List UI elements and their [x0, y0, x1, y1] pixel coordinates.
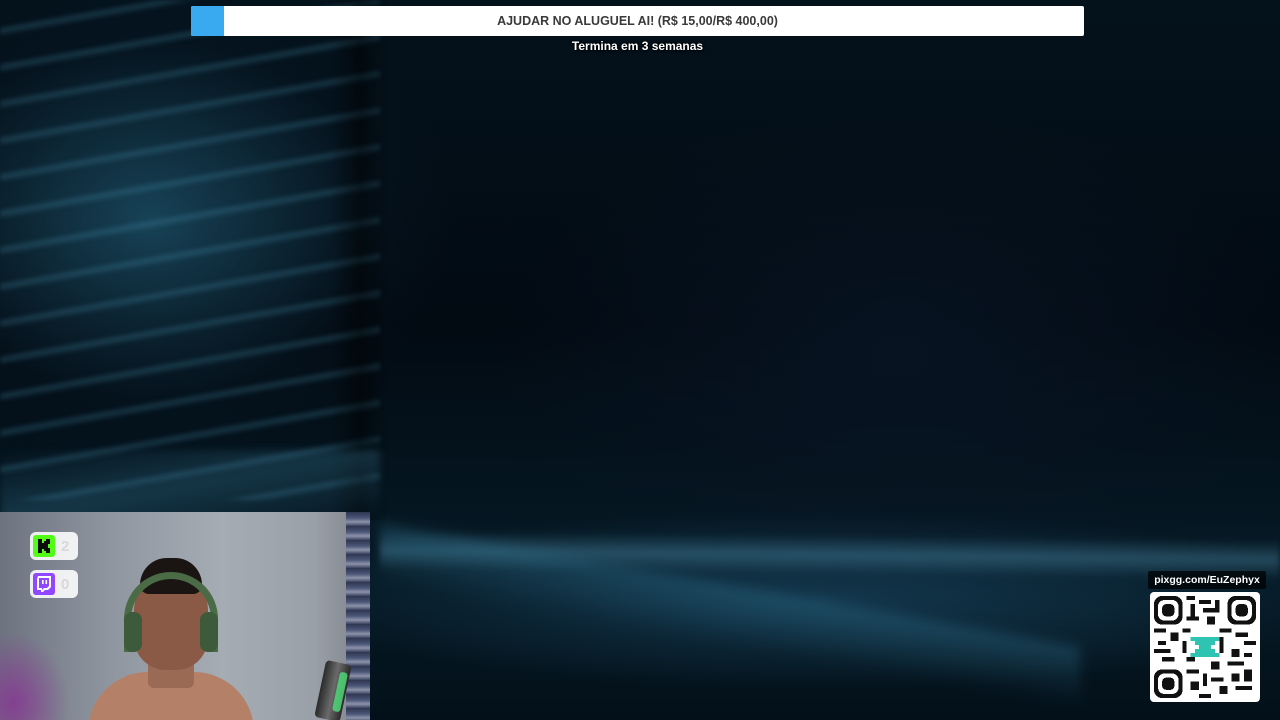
- kick-viewer-count: 2: [61, 537, 70, 555]
- stream-scene: AJUDAR NO ALUGUEL AI! (R$ 15,00/R$ 400,0…: [0, 0, 1280, 720]
- kick-viewer-badge: 2: [30, 532, 78, 560]
- twitch-viewer-count: 0: [61, 575, 70, 593]
- window-frame: [330, 0, 390, 520]
- qr-code-icon: [1150, 592, 1260, 702]
- webcam-curtain: [346, 512, 370, 720]
- twitch-viewer-badge: 0: [30, 570, 78, 598]
- headset-earcup-left: [124, 612, 142, 652]
- webcam-light: [0, 630, 70, 720]
- twitch-icon: [33, 573, 55, 595]
- headset-earcup-right: [200, 612, 218, 652]
- window-blinds: [0, 0, 380, 500]
- donation-goal-bar: AJUDAR NO ALUGUEL AI! (R$ 15,00/R$ 400,0…: [191, 6, 1084, 36]
- kick-icon: [33, 535, 55, 557]
- pix-url-label: pixgg.com/EuZephyx: [1148, 571, 1266, 589]
- donation-goal-label: AJUDAR NO ALUGUEL AI! (R$ 15,00/R$ 400,0…: [497, 14, 778, 28]
- donation-goal-deadline: Termina em 3 semanas: [571, 39, 704, 53]
- window-sill: [0, 450, 380, 520]
